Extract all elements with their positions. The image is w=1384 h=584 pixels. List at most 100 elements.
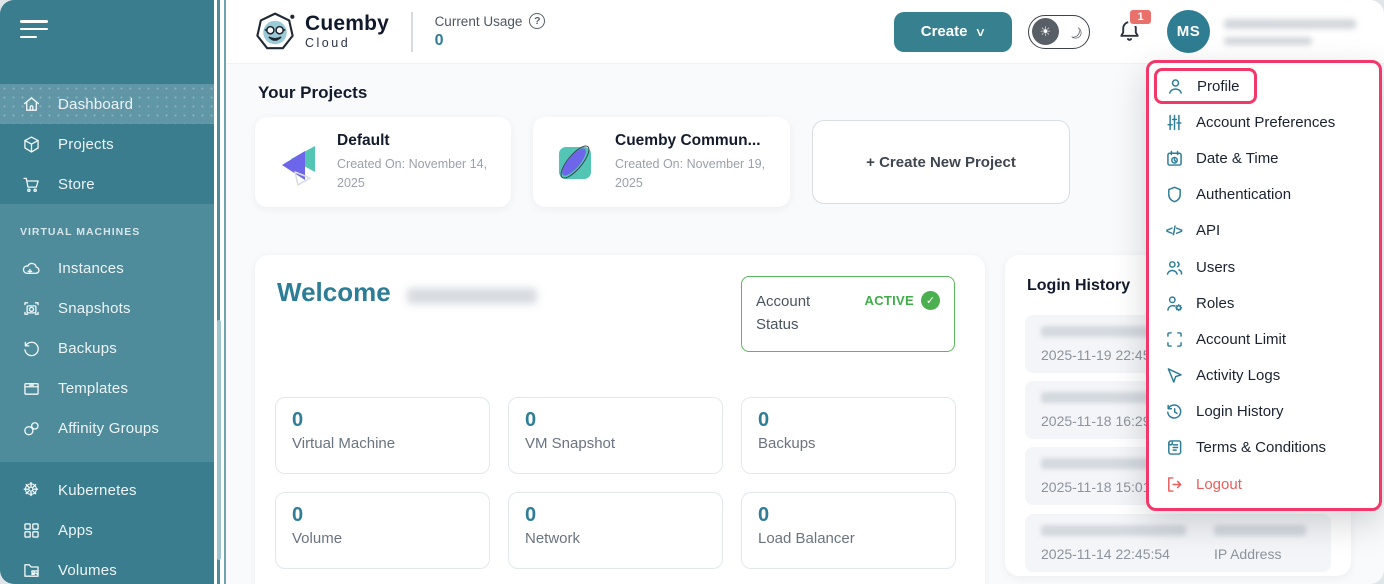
welcome-card: Welcome Account Status ACTIVE ✓ 0 Virtua… [255,255,985,584]
menu-item-account-preferences[interactable]: Account Preferences [1149,104,1379,140]
help-icon[interactable]: ? [529,13,545,29]
menu-item-profile[interactable]: Profile [1149,68,1379,104]
stat-value: 0 [292,504,473,527]
code-icon: </> [1163,220,1185,242]
menu-item-authentication[interactable]: Authentication [1149,177,1379,213]
frame-corners-icon [1163,328,1185,350]
menu-item-label: Activity Logs [1196,367,1280,384]
menu-item-logout[interactable]: Logout [1149,466,1379,502]
top-header: Cuemby Cloud Current Usage ? 0 Create ∨ … [226,0,1384,64]
stat-label: Backups [758,435,939,452]
camera-icon [20,297,42,319]
sidebar-scrollbar-thumb[interactable] [217,320,221,560]
theme-toggle[interactable]: ☀ ☾ [1028,15,1090,49]
menu-item-label: Logout [1196,476,1242,493]
create-button[interactable]: Create ∨ [894,12,1012,52]
sidebar-item-label: Volumes [58,562,117,579]
stat-value: 0 [758,504,939,527]
menu-item-api[interactable]: </> API [1149,213,1379,249]
brand-name: Cuemby [305,13,389,35]
sidebar-item-templates[interactable]: Templates [0,368,214,408]
stat-label: Virtual Machine [292,435,473,452]
login-ip-label: IP Address [1214,546,1306,562]
restore-icon [20,337,42,359]
users-icon [1163,256,1185,278]
sidebar-item-volumes[interactable]: Volumes [0,550,214,584]
cuemby-logo-icon [254,11,296,53]
sidebar-item-backups[interactable]: Backups [0,328,214,368]
menu-item-roles[interactable]: Roles [1149,285,1379,321]
current-usage-block: Current Usage ? 0 [435,13,546,50]
create-button-label: Create [921,23,968,40]
sidebar-item-label: Snapshots [58,300,131,317]
stat-label: VM Snapshot [525,435,706,452]
menu-item-date-time[interactable]: Date & Time [1149,140,1379,176]
helm-wheel-icon: ☸ [20,479,42,501]
project-default-icon [273,138,321,186]
sun-icon[interactable]: ☀ [1032,18,1059,45]
sidebar-item-projects[interactable]: Projects [0,124,214,164]
user-dropdown-menu: Profile Account Preferences Date & Time … [1146,60,1382,511]
sidebar-item-apps[interactable]: Apps [0,510,214,550]
sidebar-item-affinity-groups[interactable]: Affinity Groups [0,408,214,448]
project-card-cuemby-community[interactable]: Cuemby Commun... Created On: November 19… [533,117,790,207]
chevron-down-icon: ∨ [975,25,987,39]
welcome-greeting: Welcome [277,277,391,308]
project-card-default[interactable]: Default Created On: November 14, 2025 [255,117,511,207]
stat-card-load-balancer: 0 Load Balancer [741,492,956,569]
project-community-icon [551,138,599,186]
cloud-icon [20,257,42,279]
menu-item-activity-logs[interactable]: Activity Logs [1149,358,1379,394]
stat-label: Load Balancer [758,530,939,547]
hamburger-menu-icon[interactable] [20,20,50,44]
menu-item-label: Account Limit [1196,331,1286,348]
menu-item-login-history[interactable]: Login History [1149,394,1379,430]
stat-value: 0 [292,409,473,432]
brand-subtitle: Cloud [305,36,389,50]
stat-value: 0 [758,409,939,432]
sidebar-item-snapshots[interactable]: Snapshots [0,288,214,328]
sidebar-item-label: Apps [58,522,93,539]
stat-card-vm-snapshot: 0 VM Snapshot [508,397,723,474]
sidebar-item-instances[interactable]: Instances [0,248,214,288]
login-ip-redacted [1214,525,1306,536]
project-created-date: Created On: November 14, 2025 [337,155,493,191]
menu-item-terms-conditions[interactable]: Terms & Conditions [1149,430,1379,466]
cube-icon [20,133,42,155]
stat-card-backups: 0 Backups [741,397,956,474]
box-icon [20,377,42,399]
stat-card-network: 0 Network [508,492,723,569]
resource-stats-grid: 0 Virtual Machine 0 VM Snapshot 0 Backup… [275,397,956,569]
sidebar: Dashboard Projects Store VIRTUAL MACHINE… [0,0,214,584]
create-new-project-button[interactable]: + Create New Project [812,120,1070,204]
notification-badge: 1 [1128,8,1153,26]
sidebar-item-kubernetes[interactable]: ☸ Kubernetes [0,470,214,510]
sidebar-nav: Dashboard Projects Store VIRTUAL MACHINE… [0,84,214,584]
menu-item-label: Date & Time [1196,150,1279,167]
avatar[interactable]: MS [1167,10,1210,53]
menu-item-label: API [1196,222,1220,239]
sidebar-section-virtual-machines: VIRTUAL MACHINES Instances Snapshots [0,204,214,462]
moon-icon[interactable]: ☾ [1064,19,1087,44]
notifications-button[interactable]: 1 [1116,17,1143,47]
calendar-clock-icon [1163,147,1185,169]
cart-icon [20,173,42,195]
stat-label: Network [525,530,706,547]
current-usage-value: 0 [435,32,546,50]
stat-label: Volume [292,530,473,547]
create-new-project-label: + Create New Project [866,154,1016,171]
folder-grid-icon [20,559,42,581]
stat-card-volume: 0 Volume [275,492,490,569]
circles-icon [20,417,42,439]
menu-item-account-limit[interactable]: Account Limit [1149,321,1379,357]
account-status-label: Account Status [756,290,828,338]
login-timestamp: 2025-11-14 22:45:54 [1041,546,1186,562]
history-clock-icon [1163,401,1185,423]
projects-section-title: Your Projects [258,83,367,103]
cursor-icon [1163,365,1185,387]
sidebar-item-store[interactable]: Store [0,164,214,204]
sidebar-item-label: Templates [58,380,128,397]
sidebar-item-dashboard[interactable]: Dashboard [0,84,214,124]
menu-item-label: Authentication [1196,186,1291,203]
menu-item-users[interactable]: Users [1149,249,1379,285]
